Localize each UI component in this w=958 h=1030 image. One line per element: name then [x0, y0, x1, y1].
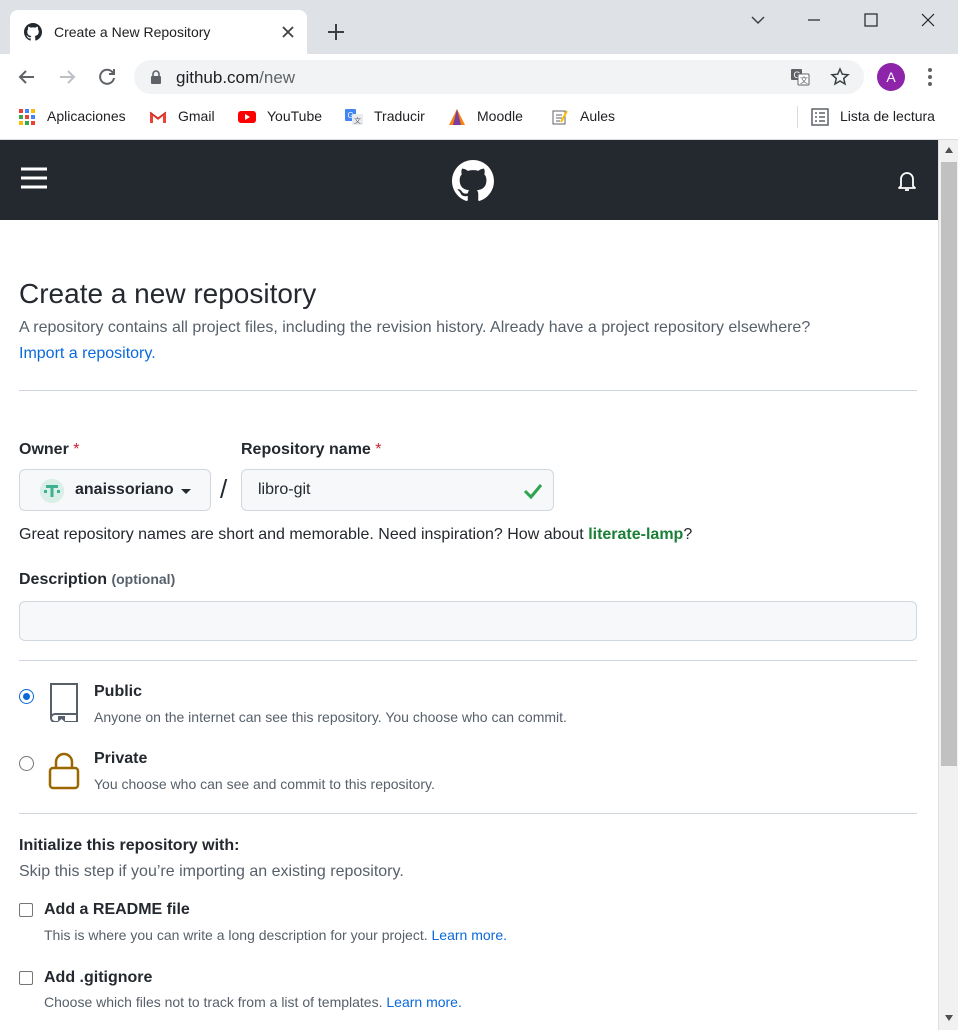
aules-icon [552, 110, 568, 125]
description-label: Description (optional) [19, 571, 175, 589]
lock-icon[interactable] [148, 69, 164, 85]
translate-icon: G文 [345, 109, 363, 125]
profile-avatar[interactable]: A [877, 63, 905, 91]
svg-text:文: 文 [354, 116, 361, 125]
owner-name: anaissoriano [75, 481, 174, 498]
notifications-bell-icon[interactable] [897, 170, 917, 192]
repo-book-icon [50, 683, 78, 722]
svg-text:文: 文 [800, 75, 808, 85]
bookmark-label: Traducir [374, 108, 425, 124]
caret-down-icon [181, 489, 191, 494]
bookmark-star-icon[interactable] [830, 67, 850, 87]
gitignore-title: Add .gitignore [44, 969, 153, 986]
translate-page-icon[interactable]: G文 [790, 67, 810, 87]
page-title: Create a new repository [19, 278, 317, 309]
gmail-icon [149, 111, 167, 123]
repo-name-value: libro-git [258, 481, 311, 498]
import-repository-link[interactable]: Import a repository. [19, 345, 156, 363]
scroll-up-icon[interactable] [944, 146, 954, 154]
minimize-icon[interactable] [802, 10, 826, 30]
browser-tab-bar: Create a New Repository [0, 0, 958, 54]
reading-list-icon [811, 108, 829, 126]
gitignore-checkbox[interactable] [19, 971, 33, 985]
gitignore-learn-more-link[interactable]: Learn more. [386, 994, 461, 1010]
apps-grid-icon [19, 109, 35, 125]
browser-menu-icon[interactable] [922, 66, 938, 88]
github-logo-icon[interactable] [452, 160, 494, 202]
repo-name-hint: Great repository names are short and mem… [19, 526, 692, 544]
description-label-text: Description [19, 571, 108, 588]
private-radio[interactable] [19, 756, 34, 771]
bookmarks-separator [797, 106, 798, 128]
tab-title: Create a New Repository [54, 24, 211, 40]
tab-search-chevron-icon[interactable] [746, 10, 770, 30]
description-input[interactable] [19, 601, 917, 641]
bookmarks-bar: Aplicaciones Gmail YouTube G文 Traducir M… [0, 100, 958, 140]
scrollbar-thumb[interactable] [941, 162, 957, 766]
scroll-down-icon[interactable] [944, 1014, 954, 1022]
required-mark: * [375, 441, 382, 458]
repo-name-label-text: Repository name [241, 441, 371, 458]
init-subtitle: Skip this step if you’re importing an ex… [19, 863, 404, 880]
page-scrollbar[interactable] [938, 140, 958, 1030]
private-title: Private [94, 750, 148, 767]
url-text: github.com/new [176, 68, 295, 88]
lock-icon [48, 752, 80, 790]
hint-text: Great repository names are short and mem… [19, 526, 589, 543]
readme-checkbox[interactable] [19, 903, 33, 917]
bookmark-label: Moodle [477, 108, 523, 124]
address-bar[interactable]: github.com/new G文 [134, 60, 864, 94]
private-description: You choose who can see and commit to thi… [94, 776, 435, 792]
owner-dropdown[interactable]: anaissoriano [19, 469, 211, 511]
public-radio[interactable] [19, 689, 34, 704]
readme-learn-more-link[interactable]: Learn more. [432, 927, 507, 943]
page-subtitle: A repository contains all project files,… [19, 319, 811, 336]
init-title: Initialize this repository with: [19, 837, 240, 854]
github-favicon-icon [24, 23, 42, 41]
name-suggestion-link[interactable]: literate-lamp [588, 526, 683, 543]
divider [19, 390, 917, 391]
browser-tab[interactable]: Create a New Repository [10, 10, 307, 54]
url-path: /new [259, 68, 296, 87]
owner-label-text: Owner [19, 441, 69, 458]
bookmark-label: YouTube [267, 108, 323, 124]
owner-label: Owner * [19, 441, 79, 459]
github-header [0, 140, 938, 220]
url-host: github.com [176, 68, 260, 87]
bookmark-label: Aules [580, 108, 616, 124]
owner-avatar [40, 479, 64, 503]
readme-description: This is where you can write a long descr… [44, 927, 507, 943]
public-title: Public [94, 683, 143, 700]
forward-arrow-icon[interactable] [56, 66, 78, 88]
new-tab-icon[interactable] [326, 22, 346, 42]
window-close-icon[interactable] [916, 10, 940, 30]
readme-title: Add a README file [44, 901, 190, 918]
gitignore-desc-text: Choose which files not to track from a l… [44, 994, 383, 1010]
divider [19, 660, 917, 661]
required-mark: * [73, 441, 80, 458]
bookmark-label: Gmail [178, 108, 215, 124]
reload-icon[interactable] [96, 66, 118, 88]
maximize-icon[interactable] [859, 10, 883, 30]
reading-list-label: Lista de lectura [840, 108, 935, 124]
browser-toolbar: github.com/new G文 A [0, 54, 958, 100]
optional-note: (optional) [111, 571, 176, 587]
hint-end: ? [683, 526, 693, 543]
bookmark-label: Aplicaciones [47, 108, 126, 124]
repo-name-input[interactable]: libro-git [241, 469, 554, 511]
public-description: Anyone on the internet can see this repo… [94, 709, 567, 725]
back-arrow-icon[interactable] [16, 66, 38, 88]
repo-name-label: Repository name * [241, 441, 382, 459]
divider [19, 813, 917, 814]
youtube-icon [238, 111, 256, 123]
gitignore-description: Choose which files not to track from a l… [44, 994, 462, 1010]
readme-desc-text: This is where you can write a long descr… [44, 927, 428, 943]
owner-repo-separator: / [220, 474, 228, 504]
check-icon [523, 484, 543, 500]
close-tab-icon[interactable] [279, 23, 297, 41]
moodle-icon [449, 109, 465, 125]
hamburger-menu-icon[interactable] [20, 166, 48, 190]
